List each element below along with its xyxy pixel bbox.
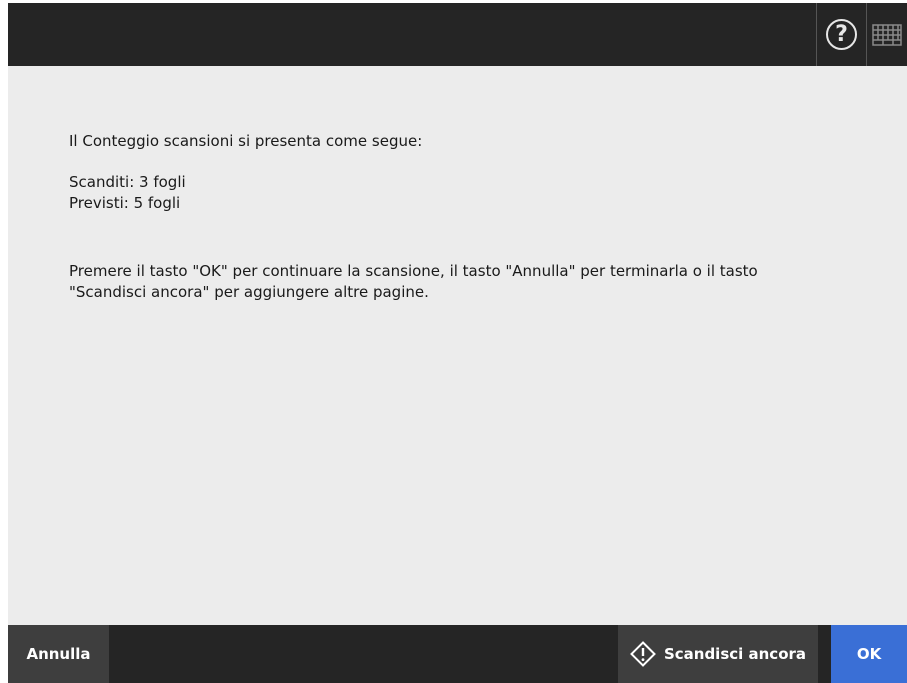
bottom-bar: Annulla Scandisci ancora OK (8, 625, 907, 683)
scan-again-label: Scandisci ancora (663, 645, 807, 663)
keyboard-button[interactable] (866, 3, 907, 66)
help-button[interactable]: ? (816, 3, 866, 66)
keyboard-icon (872, 23, 902, 46)
scanned-count: Scanditi: 3 fogli (69, 173, 186, 191)
expected-count: Previsti: 5 fogli (69, 194, 181, 212)
cancel-button-label: Annulla (26, 645, 91, 663)
message-area: Il Conteggio scansioni si presenta come … (69, 131, 869, 303)
scan-start-icon (630, 641, 656, 667)
scan-again-button[interactable]: Scandisci ancora (618, 625, 818, 683)
ok-button-label: OK (856, 645, 882, 663)
instructions-line-2: "Scandisci ancora" per aggiungere altre … (69, 283, 429, 301)
cancel-button[interactable]: Annulla (8, 625, 109, 683)
instructions-line-1: Premere il tasto "OK" per continuare la … (69, 262, 758, 280)
scan-count-intro: Il Conteggio scansioni si presenta come … (69, 132, 423, 150)
help-icon: ? (826, 19, 857, 50)
scan-count-screen: ? Il Conteggio scansioni si presenta com… (8, 3, 907, 683)
top-bar: ? (8, 3, 907, 66)
ok-button[interactable]: OK (831, 625, 907, 683)
